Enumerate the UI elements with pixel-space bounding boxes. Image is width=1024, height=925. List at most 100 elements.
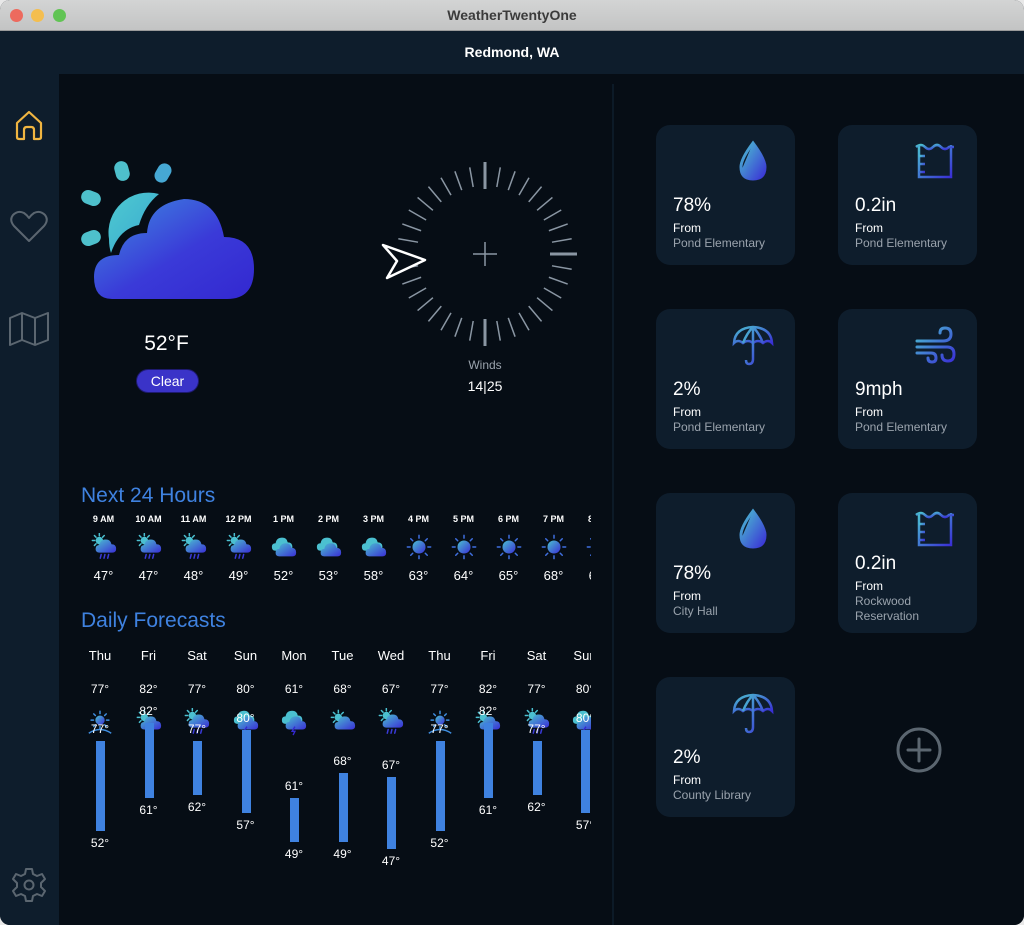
compass-tick — [398, 237, 419, 243]
bar-low-label: 61° — [478, 803, 498, 818]
temp-range-bar — [484, 722, 493, 799]
wind-direction-arrow-icon — [381, 243, 427, 280]
bar-low-label: 49° — [333, 846, 352, 861]
compass-tick — [408, 287, 427, 299]
day-high: 77° — [187, 682, 207, 696]
header: Redmond, WA — [0, 31, 1024, 74]
bar-high-label: 82° — [478, 703, 498, 718]
hour-label: 5 PM — [452, 514, 474, 524]
hour-label: 8 PM — [587, 514, 591, 524]
day-name: Sat — [526, 648, 547, 663]
daily-item: Thu 77° 77° 52° — [416, 644, 464, 925]
compass-tick — [551, 265, 572, 271]
widget-card[interactable]: 78% From Pond Elementary — [656, 125, 795, 265]
hour-temp: 68° — [576, 568, 591, 583]
widget-card[interactable]: 0.2in From Rockwood Reservation — [838, 493, 977, 633]
widget-card[interactable]: 9mph From Pond Elementary — [838, 309, 977, 449]
widget-card[interactable]: 2% From Pond Elementary — [656, 309, 795, 449]
widget-source: Pond Elementary — [855, 420, 948, 434]
add-circle-icon[interactable] — [896, 727, 942, 773]
hourly-item: 7 PM 68° — [531, 514, 576, 583]
daily-item: Fri 82° 82° 61° — [464, 644, 512, 925]
compass-tick — [543, 209, 562, 221]
daily-item: Sat 77° 77° 62° — [513, 644, 561, 925]
winds-label: Winds — [468, 358, 502, 372]
hourly-forecast-list[interactable]: 9 AM 47° 10 AM 47° 11 AM 48° 12 PM 49° 1 PM … — [81, 514, 591, 584]
day-high: 80° — [575, 682, 591, 696]
compass-tick — [468, 167, 474, 188]
hour-icon — [351, 532, 396, 562]
day-name: Thu — [88, 648, 112, 663]
compass-tick — [402, 223, 422, 232]
hour-temp: 58° — [363, 568, 384, 583]
window-title: WeatherTwentyOne — [447, 7, 577, 23]
daily-forecast-list[interactable]: Thu 77° 77° 52° Fri 82° 82° 61° Sat 77° 77… — [81, 644, 591, 925]
hour-icon — [531, 532, 576, 562]
compass-tick — [440, 312, 452, 331]
hour-label: 12 PM — [225, 514, 252, 524]
day-name: Sat — [187, 648, 207, 663]
hour-temp: 52° — [273, 568, 294, 583]
day-icon — [319, 708, 367, 738]
bar-low-label: 61° — [139, 803, 158, 818]
temp-range-bar — [193, 740, 202, 795]
sun-cloud-rain-icon — [136, 533, 161, 559]
clouds-icon — [316, 537, 341, 557]
widget-value: 0.2in — [855, 195, 897, 216]
daily-title: Daily Forecasts — [81, 609, 226, 632]
day-high: 82° — [139, 682, 158, 696]
hour-label: 4 PM — [407, 514, 429, 524]
day-high: 67° — [381, 682, 401, 696]
bar-low-label: 47° — [381, 853, 401, 868]
compass-tick — [427, 186, 442, 203]
bar-high-label: 68° — [333, 754, 352, 769]
hourly-item: 9 AM 47° — [81, 514, 126, 583]
day-name: Fri — [480, 648, 496, 663]
widget-source: Pond Elementary — [673, 420, 766, 434]
home-icon — [15, 110, 43, 141]
clouds-icon — [361, 537, 386, 557]
widget-card[interactable]: 78% From City Hall — [656, 493, 795, 633]
panel-divider — [612, 84, 614, 925]
bar-high-label: 67° — [381, 757, 401, 772]
bar-high-label: 82° — [139, 703, 158, 718]
day-high: 77° — [90, 682, 110, 696]
daily-item: Sun 80° 80° 57° — [561, 644, 591, 925]
clouds-icon — [271, 537, 296, 557]
hourly-item: 1 PM 52° — [261, 514, 306, 583]
day-high: 77° — [527, 682, 546, 696]
widget-card[interactable]: 2% From County Library — [656, 677, 795, 817]
gear-icon — [12, 868, 46, 902]
day-name: Tue — [331, 648, 354, 663]
widget-value: 78% — [673, 563, 712, 584]
widget-value: 2% — [673, 747, 701, 768]
sidebar-item-map[interactable] — [8, 308, 50, 350]
sun-cloud-icon — [330, 709, 355, 730]
compass-tick — [536, 196, 553, 211]
sun-icon — [406, 534, 431, 560]
sidebar-item-favorites[interactable] — [8, 206, 50, 248]
hour-label: 11 AM — [180, 514, 207, 524]
bar-high-label: 80° — [236, 711, 255, 725]
hour-icon — [126, 532, 171, 562]
rain-gauge-icon — [915, 143, 954, 179]
compass-tick — [551, 237, 572, 243]
sun-cloud-rain-icon — [181, 533, 206, 559]
hour-label: 6 PM — [497, 514, 519, 524]
sidebar-item-settings[interactable] — [8, 864, 50, 906]
sidebar-item-home[interactable] — [8, 104, 50, 146]
widget-value: 0.2in — [855, 553, 897, 574]
widget-value: 9mph — [855, 379, 903, 400]
temp-range-bar — [290, 798, 299, 842]
compass-tick — [528, 186, 543, 203]
bar-high-label: 77° — [430, 721, 449, 736]
bar-high-label: 77° — [527, 721, 546, 736]
widget-value: 2% — [673, 379, 701, 400]
title-bar: WeatherTwentyOne — [0, 0, 1024, 31]
widget-card[interactable]: 0.2in From Pond Elementary — [838, 125, 977, 265]
hour-temp: 49° — [228, 568, 249, 583]
app-window: WeatherTwentyOne Redmond, WA 52°F Clear … — [0, 0, 1024, 925]
compass-tick — [454, 171, 463, 191]
hour-icon — [261, 532, 306, 562]
partly-cloudy-icon — [81, 161, 254, 299]
